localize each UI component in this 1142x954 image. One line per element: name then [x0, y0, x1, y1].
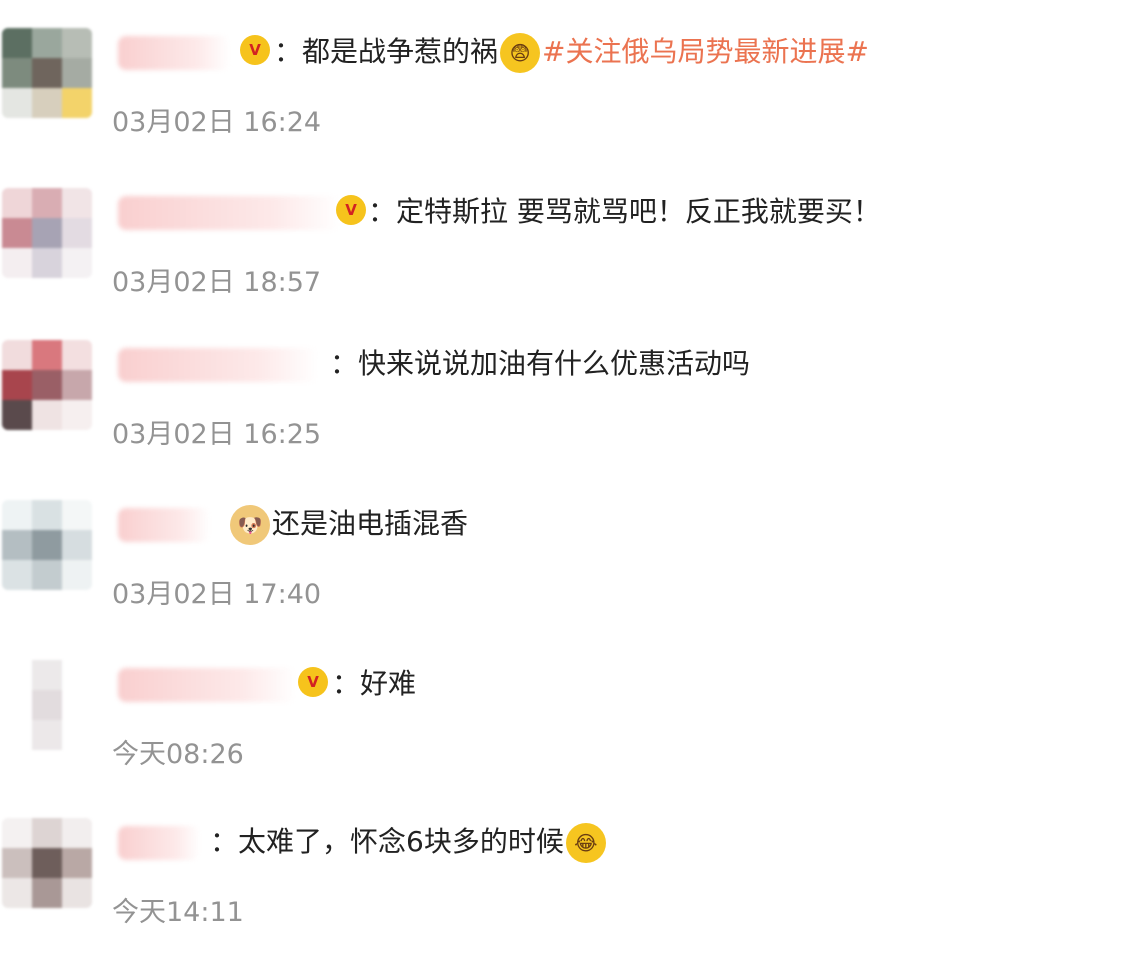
comment-body: 还是油电插混香 [272, 507, 469, 540]
comment-body: ：都是战争惹的祸 [274, 35, 499, 68]
comment-text: ：快来说说加油有什么优惠活动吗 [330, 344, 750, 384]
avatar[interactable] [2, 660, 92, 750]
hashtag-link[interactable]: #关注俄乌局势最新进展# [542, 35, 869, 68]
comment-body: ：定特斯拉 要骂就骂吧！反正我就要买！ [368, 195, 881, 228]
username-blurred[interactable] [118, 348, 318, 382]
comment-item: 🐶 还是油电插混香 03月02日 17:40 [0, 500, 1142, 630]
comment-item: ：快来说说加油有什么优惠活动吗 03月02日 16:25 [0, 340, 1142, 470]
comment-body: ：太难了，怀念6块多的时候 [210, 825, 564, 858]
comment-timestamp: 今天08:26 [112, 739, 244, 770]
comment-timestamp: 今天14:11 [112, 897, 244, 928]
crying-laughing-icon: 😂 [565, 823, 606, 863]
comment-body: ：快来说说加油有什么优惠活动吗 [330, 347, 751, 380]
avatar[interactable] [2, 28, 92, 118]
avatar[interactable] [2, 818, 92, 908]
username-blurred[interactable] [118, 508, 210, 542]
comment-item: ：太难了，怀念6块多的时候 😂 今天14:11 [0, 818, 1142, 948]
username-blurred[interactable] [118, 196, 340, 230]
comment-timestamp: 03月02日 16:25 [112, 419, 322, 450]
vip-badge-icon: V [240, 35, 270, 65]
comment-text: ：好难 [332, 664, 416, 704]
vip-badge-icon: V [336, 195, 366, 225]
comment-body: ：好难 [332, 667, 417, 700]
comment-timestamp: 03月02日 18:57 [112, 267, 322, 298]
comment-timestamp: 03月02日 16:24 [112, 107, 322, 138]
comment-item: V ：好难 今天08:26 [0, 660, 1142, 790]
comment-item: V ：都是战争惹的祸 😨 #关注俄乌局势最新进展# 03月02日 16:24 [0, 28, 1142, 158]
comment-timestamp: 03月02日 17:40 [112, 579, 322, 610]
fearful-face-icon: 😨 [500, 33, 541, 73]
vip-badge-icon: V [298, 667, 328, 697]
comment-text: 🐶 还是油电插混香 [228, 504, 468, 545]
comment-text: ：定特斯拉 要骂就骂吧！反正我就要买！ [368, 192, 881, 232]
avatar[interactable] [2, 500, 92, 590]
avatar[interactable] [2, 188, 92, 278]
username-blurred[interactable] [118, 826, 200, 860]
comment-item: V ：定特斯拉 要骂就骂吧！反正我就要买！ 03月02日 18:57 [0, 188, 1142, 318]
comment-text: ：太难了，怀念6块多的时候 😂 [210, 822, 608, 863]
avatar[interactable] [2, 340, 92, 430]
comment-text: ：都是战争惹的祸 😨 #关注俄乌局势最新进展# [274, 32, 869, 73]
doge-icon: 🐶 [230, 505, 270, 545]
username-blurred[interactable] [118, 36, 230, 70]
username-blurred[interactable] [118, 668, 296, 702]
